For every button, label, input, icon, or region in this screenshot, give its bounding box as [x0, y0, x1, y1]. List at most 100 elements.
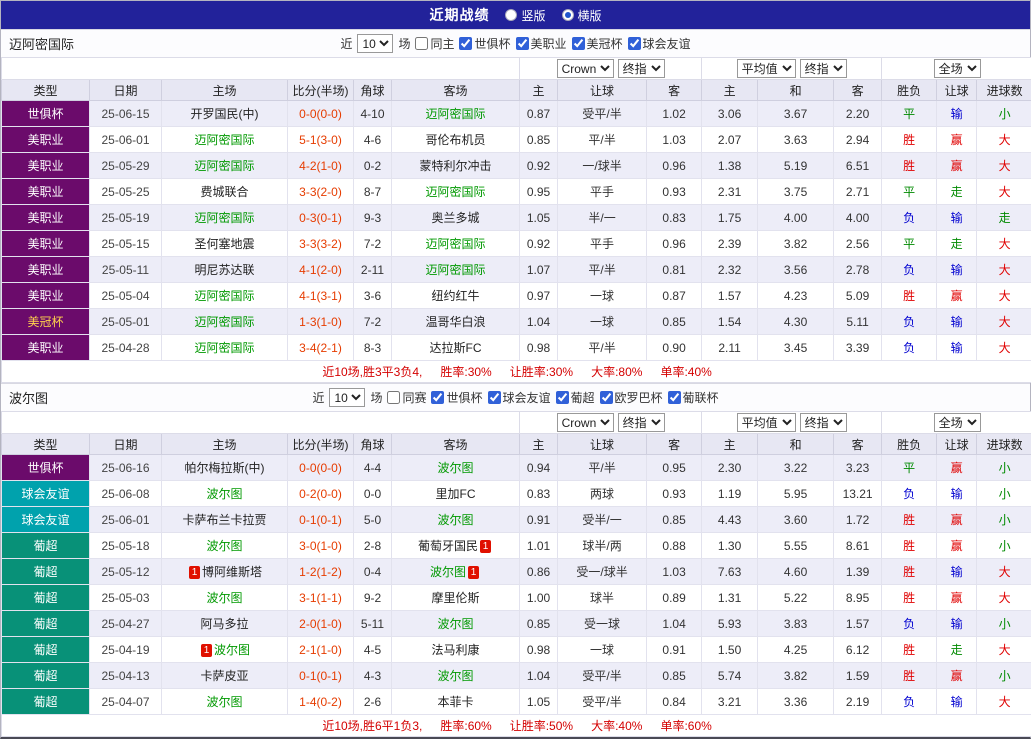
- match-count-select[interactable]: 10: [357, 34, 393, 53]
- col-header: 和: [758, 434, 834, 455]
- result-flag: 输: [937, 689, 977, 715]
- odds-value: 2.78: [834, 257, 882, 283]
- final-index-select[interactable]: 终指: [800, 413, 847, 432]
- competition-checkbox[interactable]: 美职业: [516, 35, 567, 52]
- bookmaker-select[interactable]: Crown: [557, 413, 614, 432]
- away-team-cell: 波尔图: [392, 455, 520, 481]
- competition-checkbox-box[interactable]: [668, 391, 681, 404]
- competition-checkbox-label: 世俱杯: [474, 35, 510, 52]
- competition-checkbox[interactable]: 美冠杯: [572, 35, 623, 52]
- col-header: 主: [520, 434, 558, 455]
- same-filter-checkbox-box[interactable]: [387, 391, 400, 404]
- competition-checkbox-box[interactable]: [628, 37, 641, 50]
- bookmaker-select[interactable]: Crown: [557, 59, 614, 78]
- odds-value: 4.00: [758, 205, 834, 231]
- competition-checkbox-box[interactable]: [556, 391, 569, 404]
- competition-type-badge: 美职业: [2, 127, 90, 153]
- home-team-name: 卡萨皮亚: [200, 669, 248, 683]
- match-date: 25-05-19: [90, 205, 162, 231]
- odds-value: 2.32: [702, 257, 758, 283]
- result-flag: 大: [977, 179, 1031, 205]
- match-row: 美职业25-05-04迈阿密国际4-1(3-1)3-6纽约红牛0.97一球0.8…: [2, 283, 1031, 309]
- odds-value: 0.91: [520, 507, 558, 533]
- match-count-select[interactable]: 10: [329, 388, 365, 407]
- final-index-select[interactable]: 终指: [618, 413, 665, 432]
- section-header: 波尔图近10场同赛世俱杯球会友谊葡超欧罗巴杯葡联杯: [1, 383, 1030, 411]
- competition-checkbox[interactable]: 葡超: [556, 389, 595, 406]
- layout-option-horizontal[interactable]: 横版: [562, 7, 602, 24]
- odds-value: 3.21: [702, 689, 758, 715]
- home-team-name: 卡萨布兰卡拉贾: [182, 513, 266, 527]
- average-select[interactable]: 平均值: [737, 59, 796, 78]
- col-header: 主: [702, 434, 758, 455]
- home-team-cell: 波尔图: [162, 533, 288, 559]
- layout-option-vertical[interactable]: 竖版: [505, 7, 545, 24]
- competition-checkbox-box[interactable]: [459, 37, 472, 50]
- horizontal-layout-radio[interactable]: [562, 9, 574, 21]
- odds-value: 5.22: [758, 585, 834, 611]
- team-section-1: 波尔图近10场同赛世俱杯球会友谊葡超欧罗巴杯葡联杯Crown终指平均值终指全场类…: [1, 383, 1030, 737]
- competition-checkbox[interactable]: 葡联杯: [668, 389, 719, 406]
- section-header: 迈阿密国际近10场同主世俱杯美职业美冠杯球会友谊: [1, 29, 1030, 57]
- odds-value: 3.06: [702, 101, 758, 127]
- away-team-cell: 纽约红牛: [392, 283, 520, 309]
- odds-value: 0.85: [647, 663, 702, 689]
- away-team-name: 本菲卡: [438, 695, 474, 709]
- red-card-badge: 1: [189, 566, 200, 579]
- odds-value: 3.45: [758, 335, 834, 361]
- result-flag: 小: [977, 533, 1031, 559]
- match-scope-select[interactable]: 全场: [934, 413, 981, 432]
- odds-value: 0.92: [520, 231, 558, 257]
- odds-source-row: Crown终指平均值终指全场: [2, 412, 1031, 434]
- competition-checkbox[interactable]: 世俱杯: [431, 389, 482, 406]
- odds-value: 平/半: [558, 335, 647, 361]
- competition-checkbox-box[interactable]: [572, 37, 585, 50]
- result-flag: 平: [882, 455, 937, 481]
- match-scope-select[interactable]: 全场: [934, 59, 981, 78]
- odds-value: 4.60: [758, 559, 834, 585]
- odds-value: 5.19: [758, 153, 834, 179]
- competition-checkbox-box[interactable]: [488, 391, 501, 404]
- away-team-cell: 迈阿密国际: [392, 257, 520, 283]
- result-flag: 平: [882, 101, 937, 127]
- match-date: 25-06-15: [90, 101, 162, 127]
- same-filter-checkbox[interactable]: 同主: [415, 35, 454, 52]
- competition-checkbox-box[interactable]: [600, 391, 613, 404]
- col-header: 和: [758, 80, 834, 101]
- competition-checkbox-box[interactable]: [516, 37, 529, 50]
- home-team-cell: 迈阿密国际: [162, 205, 288, 231]
- col-header: 比分(半场): [288, 80, 354, 101]
- same-filter-checkbox-box[interactable]: [415, 37, 428, 50]
- competition-checkbox[interactable]: 欧罗巴杯: [600, 389, 663, 406]
- match-row: 葡超25-04-191波尔图2-1(1-0)4-5法马利康0.98一球0.911…: [2, 637, 1031, 663]
- away-team-cell: 本菲卡: [392, 689, 520, 715]
- summary-stat: 胜率:30%: [440, 365, 491, 379]
- average-select[interactable]: 平均值: [737, 413, 796, 432]
- competition-checkbox-label: 球会友谊: [643, 35, 691, 52]
- odds-value: 4.00: [834, 205, 882, 231]
- same-filter-checkbox[interactable]: 同赛: [387, 389, 426, 406]
- odds-value: 5.74: [702, 663, 758, 689]
- away-team-name: 迈阿密国际: [426, 185, 486, 199]
- final-index-select[interactable]: 终指: [618, 59, 665, 78]
- odds-value: 3.75: [758, 179, 834, 205]
- odds-value: 1.04: [520, 663, 558, 689]
- competition-type-badge: 美职业: [2, 231, 90, 257]
- odds-value: 1.05: [520, 205, 558, 231]
- score: 3-4(2-1): [288, 335, 354, 361]
- odds-value: 3.56: [758, 257, 834, 283]
- home-team-cell: 卡萨布兰卡拉贾: [162, 507, 288, 533]
- home-team-name: 圣何塞地震: [194, 237, 254, 251]
- result-flag: 胜: [882, 507, 937, 533]
- final-index-select[interactable]: 终指: [800, 59, 847, 78]
- competition-checkbox[interactable]: 世俱杯: [459, 35, 510, 52]
- competition-checkbox-box[interactable]: [431, 391, 444, 404]
- home-team-name: 迈阿密国际: [194, 211, 254, 225]
- competition-checkbox[interactable]: 球会友谊: [488, 389, 551, 406]
- odds-value: 1.50: [702, 637, 758, 663]
- result-flag: 走: [977, 205, 1031, 231]
- competition-checkbox[interactable]: 球会友谊: [628, 35, 691, 52]
- result-flag: 赢: [937, 127, 977, 153]
- vertical-layout-radio[interactable]: [505, 9, 517, 21]
- odds-value: 1.57: [702, 283, 758, 309]
